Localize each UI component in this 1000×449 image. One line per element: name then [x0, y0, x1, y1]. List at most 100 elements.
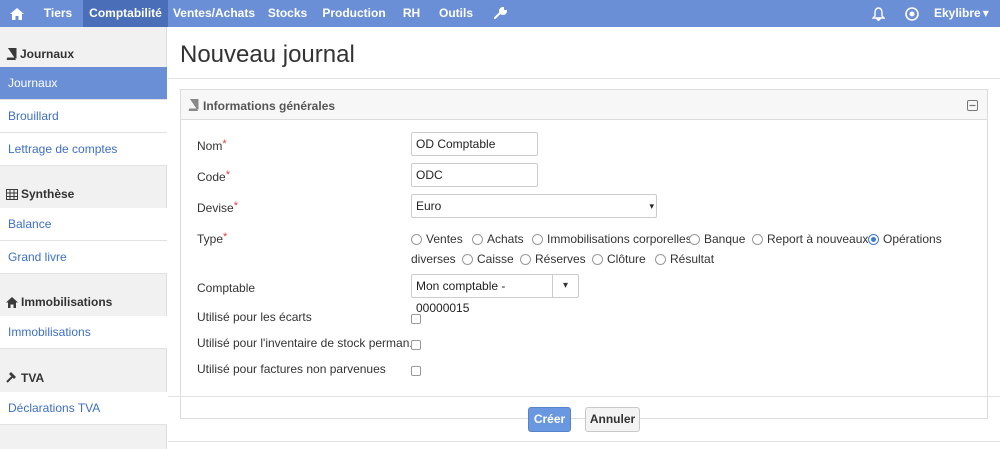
nav-stocks[interactable]: Stocks [260, 0, 315, 27]
bell-icon [871, 7, 885, 21]
code-field[interactable]: ODC [411, 163, 538, 187]
page-title: Nouveau journal [180, 41, 355, 68]
wrench-icon [493, 7, 507, 19]
user-menu[interactable]: Ekylibre ▾ [934, 0, 996, 27]
type-radio-cloture[interactable]: Clôture [592, 252, 646, 266]
type-radio-banque[interactable]: Banque [689, 232, 745, 246]
type-radio-operations-diverses-cont[interactable]: diverses [411, 252, 456, 266]
type-label: Type* [197, 231, 227, 246]
chevron-down-icon: ▾ [982, 6, 989, 20]
radio-label: Résultat [670, 252, 715, 266]
sidebar-section-title: TVA [21, 371, 45, 385]
type-radio-achats[interactable]: Achats [472, 232, 524, 246]
radio-label: Caisse [477, 252, 514, 266]
globe-icon [905, 7, 919, 21]
devise-label: Devise* [197, 200, 238, 215]
code-label-text: Code [197, 170, 226, 184]
general-info-panel: Informations générales Nom* OD Comptable… [180, 89, 988, 419]
nom-label: Nom* [197, 138, 227, 153]
language-button[interactable] [900, 0, 924, 27]
code-label: Code* [197, 169, 230, 184]
comptable-value: Mon comptable - 00000015 [416, 279, 506, 315]
sidebar-section-tva: TVA [0, 363, 167, 393]
notifications-button[interactable] [866, 0, 890, 27]
radio-label: Report à nouveaux [767, 232, 869, 246]
nom-label-text: Nom [197, 139, 223, 153]
radio-circle [868, 234, 879, 245]
nav-ventes-achats[interactable]: Ventes/Achats [168, 0, 260, 27]
nom-field[interactable]: OD Comptable [411, 132, 538, 156]
sidebar-section-title: Synthèse [21, 187, 75, 201]
sidebar-item-balance[interactable]: Balance [0, 208, 167, 241]
nav-comptabilite[interactable]: Comptabilité [83, 0, 168, 27]
sidebar: Journaux Journaux Brouillard Lettrage de… [0, 27, 167, 449]
panel-title: Informations générales [203, 99, 336, 113]
type-radio-operations-diverses[interactable]: Opérations [868, 232, 942, 246]
comptable-label: Comptable [197, 281, 256, 295]
divider [168, 78, 1000, 79]
type-radio-ventes[interactable]: Ventes [411, 232, 463, 246]
nav-rh[interactable]: RH [393, 0, 430, 27]
type-radio-immobilisations[interactable]: Immobilisations corporelles [532, 232, 692, 246]
cancel-button[interactable]: Annuler [585, 407, 640, 432]
radio-circle [655, 254, 666, 265]
gavel-icon [6, 372, 16, 383]
required-marker: * [225, 169, 230, 181]
nav-outils[interactable]: Outils [430, 0, 482, 27]
sidebar-section-title: Immobilisations [21, 295, 113, 309]
type-radio-reserves[interactable]: Réserves [520, 252, 586, 266]
sidebar-item-immobilisations[interactable]: Immobilisations [0, 316, 167, 349]
main-content: Nouveau journal Informations générales N… [168, 27, 1000, 449]
radio-circle [592, 254, 603, 265]
radio-circle [411, 234, 422, 245]
chevron-down-icon[interactable]: ▾ [552, 275, 578, 297]
sidebar-item-brouillard[interactable]: Brouillard [0, 100, 167, 133]
radio-label: Clôture [607, 252, 646, 266]
top-navbar: Tiers Comptabilité Ventes/Achats Stocks … [0, 0, 1000, 27]
type-label-text: Type [197, 232, 224, 246]
inventaire-label: Utilisé pour l'inventaire de stock perma… [197, 336, 420, 350]
ecarts-label: Utilisé pour les écarts [197, 310, 312, 324]
sidebar-section-journaux: Journaux [0, 39, 167, 69]
radio-label: Achats [487, 232, 524, 246]
sidebar-section-synthese: Synthèse [0, 179, 167, 209]
radio-circle [462, 254, 473, 265]
sidebar-item-lettrage[interactable]: Lettrage de comptes [0, 133, 167, 166]
table-icon [6, 189, 18, 200]
radio-circle [472, 234, 483, 245]
nav-tiers[interactable]: Tiers [33, 0, 83, 27]
create-button[interactable]: Créer [528, 407, 571, 432]
factures-checkbox[interactable] [411, 366, 421, 376]
radio-label: Ventes [426, 232, 463, 246]
sidebar-item-declarations-tva[interactable]: Déclarations TVA [0, 392, 167, 425]
radio-label: Réserves [535, 252, 586, 266]
type-radio-resultat[interactable]: Résultat [655, 252, 714, 266]
ecarts-checkbox[interactable] [411, 314, 421, 324]
user-name: Ekylibre [934, 6, 981, 20]
sidebar-section-title: Journaux [20, 47, 75, 61]
inventaire-checkbox[interactable] [411, 340, 421, 350]
radio-circle [689, 234, 700, 245]
devise-select[interactable]: Euro ▾ [411, 194, 657, 218]
devise-label-text: Devise [197, 201, 234, 215]
divider [168, 441, 1000, 442]
type-radio-caisse[interactable]: Caisse [462, 252, 514, 266]
divider [168, 396, 1000, 397]
nav-production[interactable]: Production [315, 0, 393, 27]
comptable-select[interactable]: Mon comptable - 00000015 ▾ [411, 274, 579, 315]
type-radio-report[interactable]: Report à nouveaux [752, 232, 868, 246]
radio-circle [532, 234, 543, 245]
sidebar-item-journaux[interactable]: Journaux [0, 67, 167, 100]
home-icon [9, 8, 24, 20]
nav-home[interactable] [0, 0, 33, 27]
nav-tools[interactable] [482, 0, 518, 27]
book-icon [188, 99, 199, 111]
radio-label: diverses [411, 252, 456, 266]
minus-square-icon[interactable] [967, 100, 978, 111]
radio-circle [752, 234, 763, 245]
house-icon [6, 297, 18, 308]
radio-label: Banque [704, 232, 746, 246]
radio-label: Opérations [883, 232, 942, 246]
factures-label: Utilisé pour factures non parvenues [197, 362, 386, 376]
sidebar-item-grand-livre[interactable]: Grand livre [0, 241, 167, 274]
